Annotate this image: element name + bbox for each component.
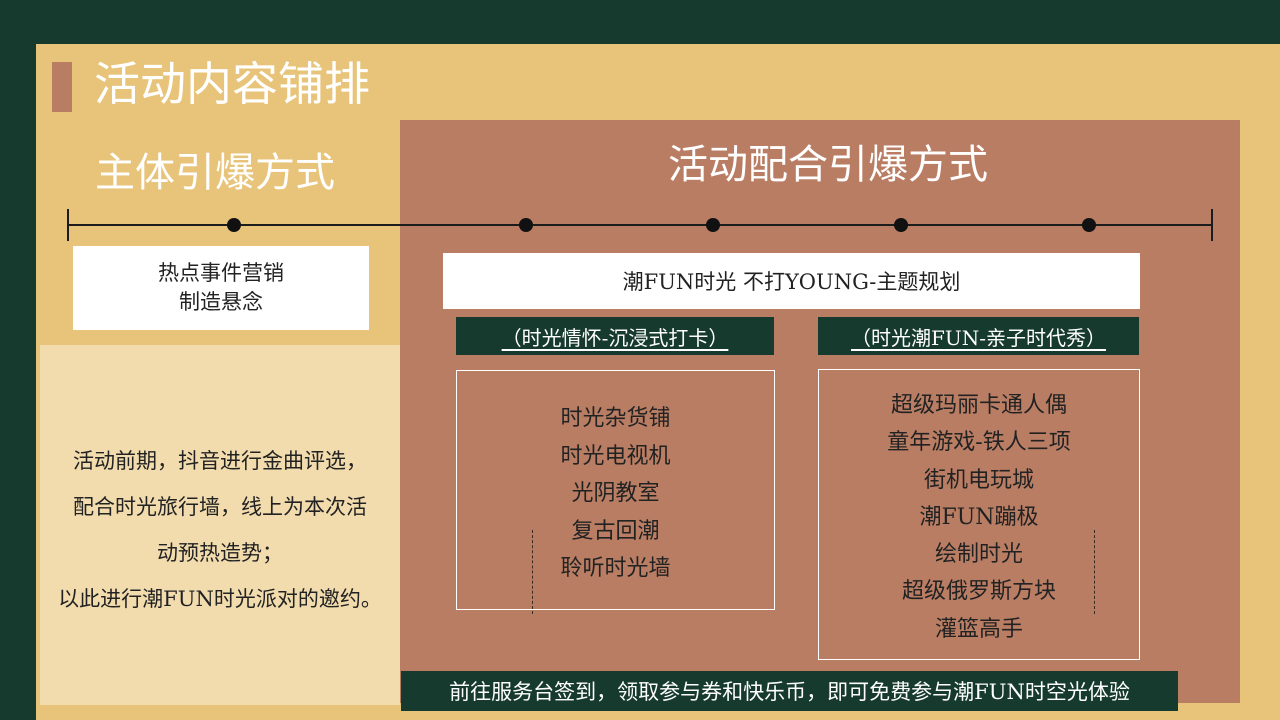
- activity-item: 超级俄罗斯方块: [901, 579, 1056, 605]
- title-accent-bar: [52, 62, 72, 112]
- activity-item: 绘制时光: [934, 542, 1023, 568]
- supporting-method-heading: 活动配合引爆方式: [668, 142, 988, 188]
- timeline-dot: [519, 218, 533, 232]
- category-label: （时光情怀-沉浸式打卡）: [501, 325, 729, 350]
- activity-item: 光阴教室: [571, 481, 660, 506]
- hot-event-line-2: 制造悬念: [179, 290, 263, 314]
- family-activity-list: 超级玛丽卡通人偶 童年游戏-铁人三项 街机电玩城 潮FUN蹦极 绘制时光 超级俄…: [818, 369, 1140, 660]
- timeline-dot: [706, 218, 720, 232]
- activity-item: 超级玛丽卡通人偶: [890, 393, 1067, 418]
- timeline-dot: [227, 218, 241, 232]
- activity-item: 时光电视机: [560, 443, 671, 469]
- category-nostalgia-header: （时光情怀-沉浸式打卡）: [456, 317, 774, 355]
- activity-item: 复古回潮: [571, 518, 660, 544]
- timeline-dot: [1082, 218, 1096, 232]
- dashed-divider: [532, 530, 533, 614]
- hot-event-line-1: 热点事件营销: [158, 261, 284, 285]
- activity-item: 街机电玩城: [923, 467, 1034, 493]
- description-line: 动预热造势；: [157, 541, 283, 565]
- main-method-heading: 主体引爆方式: [95, 150, 335, 196]
- description-line: 以此进行潮FUN时光派对的邀约。: [58, 587, 382, 611]
- description-line: 活动前期，抖音进行金曲评选，: [73, 449, 367, 473]
- description-line: 配合时光旅行墙，线上为本次活: [73, 495, 367, 519]
- activity-item: 灌篮高手: [934, 616, 1023, 642]
- timeline-dot: [894, 218, 908, 232]
- check-in-banner: 前往服务台签到，领取参与券和快乐币，即可免费参与潮FUN时空光体验: [401, 671, 1178, 711]
- hot-event-box: 热点事件营销 制造悬念: [73, 246, 369, 330]
- timeline-end-tick: [1211, 209, 1213, 241]
- nostalgia-activity-list: 时光杂货铺 时光电视机 光阴教室 复古回潮 聆听时光墙: [456, 370, 775, 610]
- left-description: 活动前期，抖音进行金曲评选， 配合时光旅行墙，线上为本次活 动预热造势； 以此进…: [40, 438, 400, 622]
- page-title: 活动内容铺排: [94, 57, 370, 111]
- activity-item: 时光杂货铺: [560, 406, 671, 431]
- category-family-header: （时光潮FUN-亲子时代秀）: [818, 317, 1139, 355]
- timeline-start-tick: [67, 209, 69, 241]
- activity-item: 童年游戏-铁人三项: [887, 430, 1071, 456]
- activity-item: 聆听时光墙: [560, 556, 671, 581]
- theme-plan-bar: 潮FUN时光 不打YOUNG-主题规划: [443, 253, 1140, 309]
- category-label: （时光潮FUN-亲子时代秀）: [851, 325, 1106, 350]
- activity-item: 潮FUN蹦极: [919, 504, 1039, 530]
- dashed-divider: [1094, 530, 1095, 614]
